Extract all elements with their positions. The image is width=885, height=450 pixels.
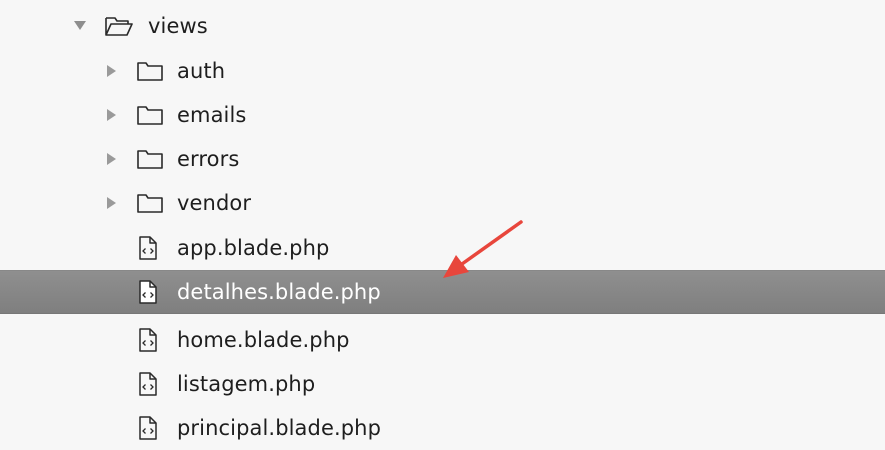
tree-row-home-blade[interactable]: home.blade.php: [0, 318, 885, 362]
tree-row-app-blade[interactable]: app.blade.php: [0, 226, 885, 270]
file-label-home-blade: home.blade.php: [177, 328, 350, 352]
tree-row-errors[interactable]: errors: [0, 137, 885, 181]
code-file-icon: [138, 416, 158, 440]
file-tree: views auth emails errors vendor app.blad…: [0, 0, 885, 448]
folder-label-auth: auth: [177, 59, 226, 83]
code-file-icon: [138, 328, 158, 352]
tree-row-listagem[interactable]: listagem.php: [0, 362, 885, 406]
tree-row-auth[interactable]: auth: [0, 49, 885, 93]
folder-label-vendor: vendor: [177, 191, 252, 215]
disclosure-collapsed-icon[interactable]: [106, 109, 118, 121]
disclosure-collapsed-icon[interactable]: [106, 153, 118, 165]
tree-row-emails[interactable]: emails: [0, 93, 885, 137]
folder-open-icon: [104, 15, 134, 37]
code-file-icon: [138, 372, 158, 396]
tree-row-principal-blade[interactable]: principal.blade.php: [0, 406, 885, 450]
folder-icon: [136, 192, 164, 214]
file-label-listagem: listagem.php: [177, 372, 316, 396]
file-label-principal-blade: principal.blade.php: [177, 416, 382, 440]
file-label-detalhes-blade: detalhes.blade.php: [177, 280, 381, 304]
folder-icon: [136, 148, 164, 170]
code-file-icon: [138, 280, 158, 304]
code-file-icon: [138, 236, 158, 260]
disclosure-collapsed-icon[interactable]: [106, 65, 118, 77]
tree-row-vendor[interactable]: vendor: [0, 181, 885, 225]
tree-row-detalhes-blade[interactable]: detalhes.blade.php: [0, 270, 885, 314]
file-label-app-blade: app.blade.php: [177, 236, 330, 260]
folder-icon: [136, 60, 164, 82]
disclosure-collapsed-icon[interactable]: [106, 197, 118, 209]
folder-label-errors: errors: [177, 147, 240, 171]
folder-label-emails: emails: [177, 103, 247, 127]
folder-label-views: views: [148, 14, 208, 38]
folder-icon: [136, 104, 164, 126]
tree-row-views[interactable]: views: [0, 4, 885, 48]
disclosure-expanded-icon[interactable]: [74, 20, 86, 32]
